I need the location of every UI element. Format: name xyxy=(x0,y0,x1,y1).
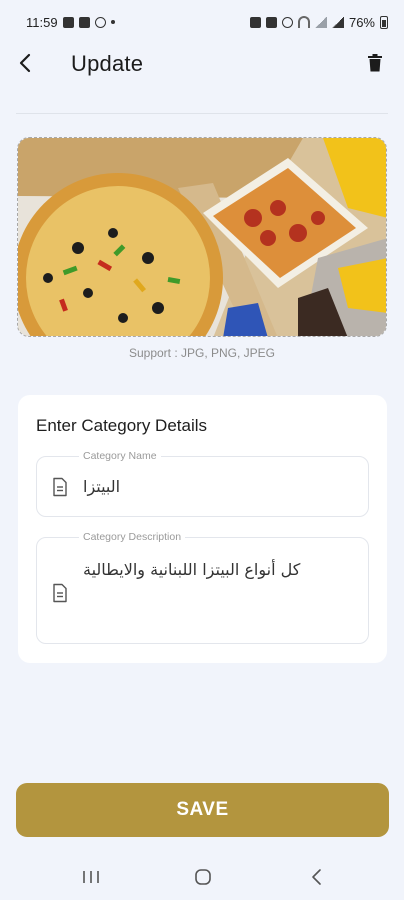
card-title: Enter Category Details xyxy=(36,416,208,435)
category-image xyxy=(18,138,386,336)
page-title: Update xyxy=(71,51,144,76)
home-icon[interactable] xyxy=(188,866,218,888)
category-name-value: البيتزا xyxy=(83,477,121,496)
more-notifications-icon xyxy=(110,20,115,24)
status-bar: 11:59 76% xyxy=(0,0,404,44)
recent-apps-icon[interactable] xyxy=(76,866,106,888)
app-header: Update xyxy=(0,40,404,86)
category-description-value: كل أنواع البيتزا اللبنانية والايطالية xyxy=(83,560,301,579)
signal-icon-2 xyxy=(331,16,344,28)
wifi-icon xyxy=(297,16,310,28)
image-support-text: Support : JPG, PNG, JPEG xyxy=(128,346,276,360)
category-description-field[interactable]: Category Description كل أنواع البيتزا ال… xyxy=(36,531,369,644)
delete-button[interactable] xyxy=(360,48,390,78)
category-name-field[interactable]: Category Name البيتزا xyxy=(36,450,369,517)
category-details-card: Enter Category Details Category Name الب… xyxy=(18,395,387,663)
category-name-label: Category Name xyxy=(79,450,161,462)
gallery-notification-icon xyxy=(62,16,74,28)
lock-icon xyxy=(249,16,261,28)
signal-icon-1 xyxy=(314,16,327,28)
category-description-label: Category Description xyxy=(79,531,186,543)
save-button[interactable]: SAVE xyxy=(16,783,389,837)
trash-icon xyxy=(368,54,382,72)
document-icon xyxy=(53,583,67,603)
back-arrow-icon xyxy=(19,53,31,73)
alarm-icon xyxy=(265,16,277,28)
battery-icon xyxy=(380,15,388,29)
category-image-picker[interactable] xyxy=(17,137,387,337)
back-button[interactable] xyxy=(10,48,40,78)
nav-back-icon[interactable] xyxy=(302,866,332,888)
whatsapp-notification-icon xyxy=(94,16,106,28)
hotspot-icon xyxy=(281,16,293,28)
document-icon xyxy=(53,477,67,497)
battery-percent: 76% xyxy=(348,14,375,30)
status-left: 11:59 xyxy=(26,15,115,30)
telegram-notification-icon xyxy=(78,16,90,28)
status-right: 76% xyxy=(249,14,388,30)
header-divider xyxy=(16,113,388,114)
status-time: 11:59 xyxy=(26,14,58,30)
system-nav-bar xyxy=(0,852,404,900)
